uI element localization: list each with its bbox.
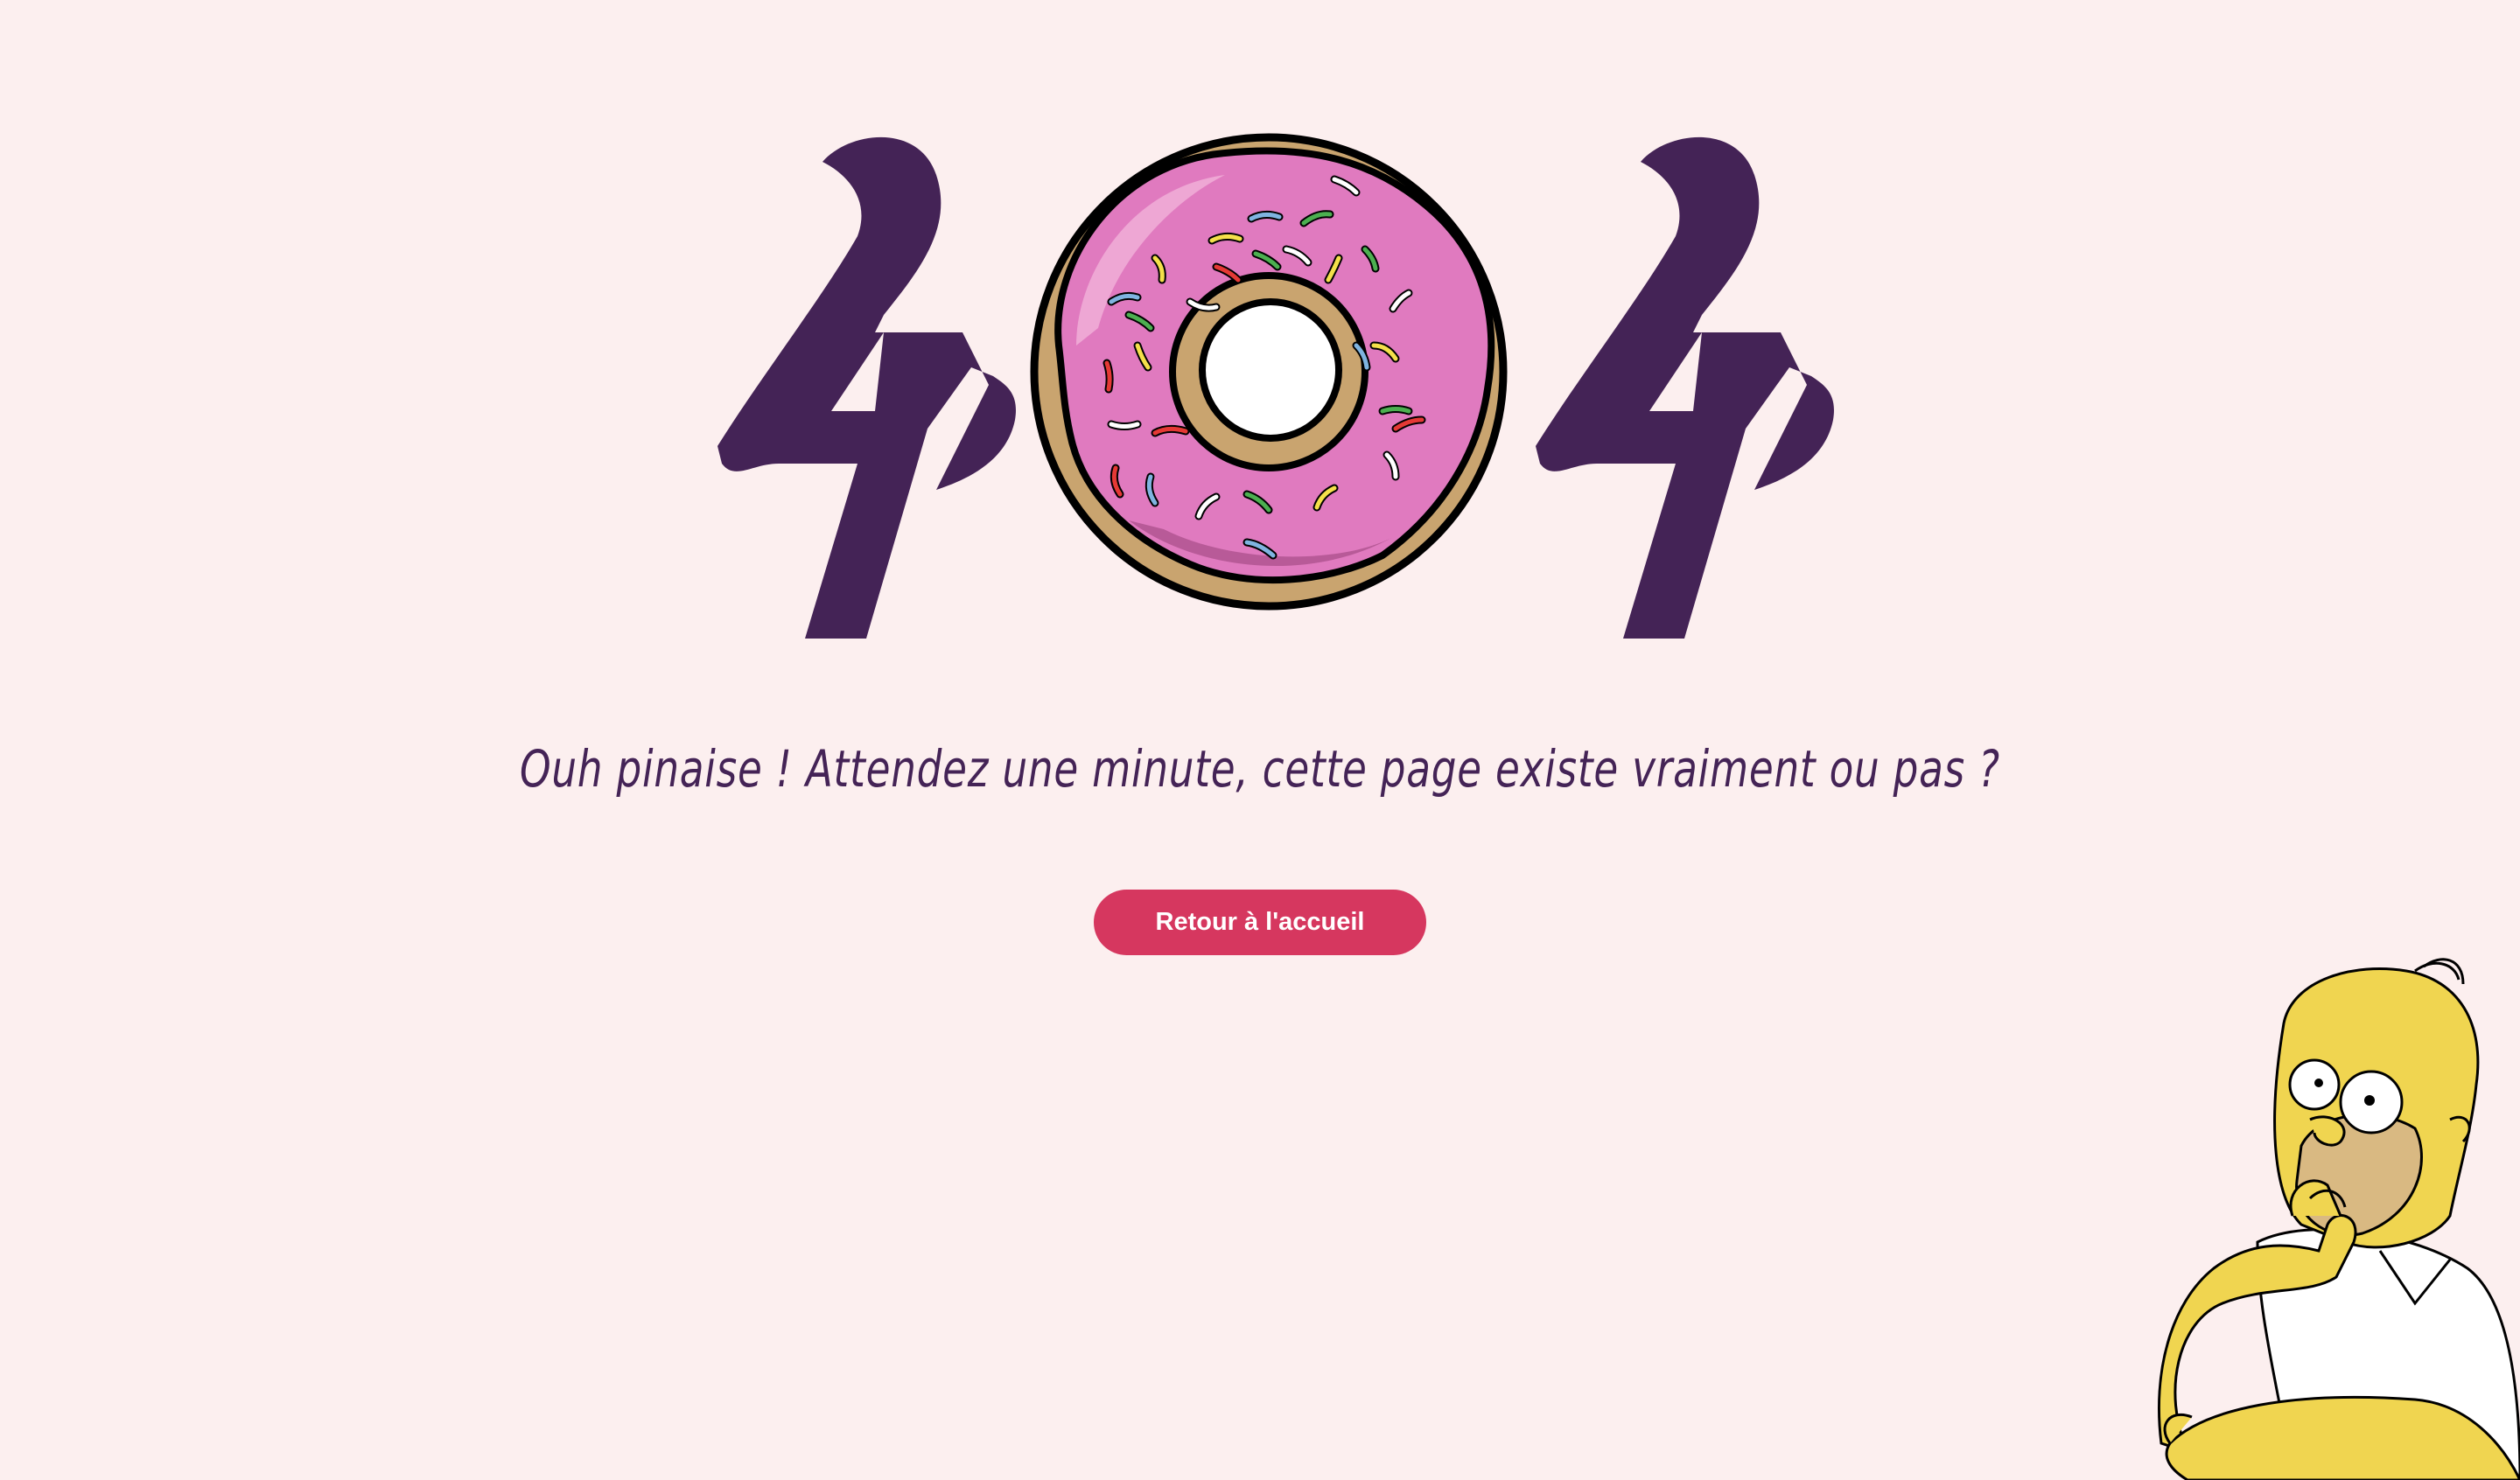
error-page: 4 4 Ouh pinaise ! Attendez une minute, c… (0, 0, 2520, 1480)
donut-icon (1030, 133, 1508, 611)
error-digit-left (674, 96, 1024, 656)
digit-four-right-shape (1536, 136, 1834, 639)
error-message: Ouh pinaise ! Attendez une minute, cette… (520, 739, 2000, 799)
digit-four-left-shape (718, 136, 1016, 639)
back-home-button[interactable]: Retour à l'accueil (1094, 890, 1426, 955)
error-digit-right (1492, 96, 1842, 656)
homer-thinking-icon (2158, 958, 2520, 1480)
